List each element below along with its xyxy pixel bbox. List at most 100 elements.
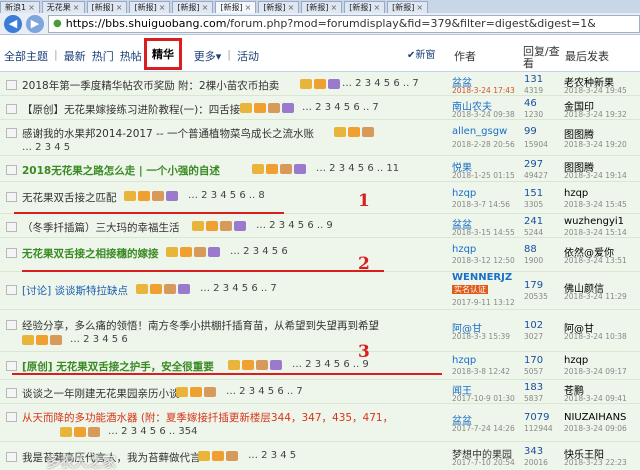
table-row[interactable]: 【原创】无花果嫁接练习进阶教程(一)：四舌接 … 2 3 4 5 6 .. 7 … [0,96,640,120]
thread-title[interactable]: （冬季扦插篇）三大玛的幸福生活 [22,220,180,235]
browser-tab[interactable]: [新报] × [86,1,128,13]
filter-more[interactable]: 更多▾ [194,48,222,64]
table-row[interactable]: [讨论] 谈谈斯特拉缺点 … 2 3 4 5 6 .. 7 WENNERJZ 实… [0,272,640,310]
reply-count[interactable]: 7079 [524,412,549,423]
last-poster[interactable]: 图图腾 [564,126,594,141]
thread-title[interactable]: 2018年第一季度精华帖农币奖励 附：2棵小苗农币拍卖 [22,78,279,93]
close-icon[interactable]: × [416,2,423,13]
reply-count[interactable]: 297 [524,159,543,170]
thread-pages[interactable]: … 2 3 4 5 6 [230,246,288,257]
reply-count[interactable]: 99 [524,126,537,137]
thread-title[interactable]: [讨论] 谈谈斯特拉缺点 [22,283,128,298]
filter-all[interactable]: 全部主题 [4,48,48,64]
thread-author[interactable]: allen_gsgw [452,126,507,137]
thread-pages[interactable]: … 2 3 4 5 6 [70,334,128,345]
thread-pages[interactable]: … 2 3 4 5 6 .. 7 [200,283,277,294]
hot-badge-icon [180,247,192,257]
close-icon[interactable]: × [159,2,166,13]
table-row[interactable]: [原创] 无花果双舌接之护手，安全很重要 … 2 3 4 5 6 .. 9 hz… [0,352,640,380]
close-icon[interactable]: × [202,2,209,13]
table-row[interactable]: 从天而降的多功能酒水器 (附：夏季嫁接扦插更新楼层344，347，435，471… [0,404,640,442]
close-icon[interactable]: × [28,2,35,13]
thread-pages[interactable]: … 2 3 4 5 6 .. 354 [108,426,198,437]
reply-count[interactable]: 343 [524,446,543,457]
thread-title[interactable]: 感谢我的水果邦2014-2017 -- 一个普通植物菜鸟成长之流水账 [22,126,314,141]
filter-hot[interactable]: 热门 [92,48,114,64]
browser-tab[interactable]: 无花果 × [41,1,85,13]
new-window-checkbox[interactable]: ✔新窗 [407,46,435,61]
last-poster[interactable]: NIUZAIHANS [564,412,626,423]
thread-pages[interactable]: … 2 3 4 5 [248,450,296,461]
reply-count[interactable]: 170 [524,355,543,366]
table-row[interactable]: 2018无花果之路怎么走 | 一个小强的自述 … 2 3 4 5 6 .. 11… [0,156,640,182]
thread-title[interactable]: 无花果双舌接之相接穗的嫁接 [22,246,159,261]
reply-count[interactable]: 179 [524,280,543,291]
browser-tab[interactable]: [新报] × [129,1,171,13]
back-arrow-icon[interactable]: ◀ [4,14,22,33]
thread-pages[interactable]: … 2 3 4 5 6 .. 7 [342,78,419,89]
filter-activity[interactable]: 活动 [237,48,259,64]
forward-arrow-icon[interactable]: ▶ [26,14,44,33]
thread-title[interactable]: 经验分享，多么痛的领悟！南方冬季小拱棚扦插育苗，从希望到失望再到希望 [22,318,379,333]
reply-count[interactable]: 151 [524,188,543,199]
browser-tab[interactable]: [新报] × [172,1,214,13]
thread-author[interactable]: hzqp [452,188,476,199]
thread-pages[interactable]: … 2 3 4 5 6 .. 9 [256,220,333,231]
tab-label: 无花果 [46,3,71,12]
table-row[interactable]: 无花果双舌接之相接穗的嫁接 … 2 3 4 5 6 hzqp 2018-3-12… [0,238,640,272]
reply-count[interactable]: 131 [524,74,543,85]
close-icon[interactable]: × [245,2,252,13]
filter-latest[interactable]: 最新 [64,48,86,64]
thread-title[interactable]: 无花果双舌接之匹配 [22,190,117,205]
browser-tab[interactable]: [新报] × [258,1,300,13]
thread-author[interactable]: hzqp [452,355,476,366]
last-post-date: 2018-3-24 19:14 [564,171,627,180]
last-poster[interactable]: hzqp [564,188,588,199]
thread-title[interactable]: 从天而降的多功能酒水器 (附：夏季嫁接扦插更新楼层344，347，435，471… [22,410,393,425]
reply-count[interactable]: 88 [524,244,537,255]
browser-tab-active[interactable]: [新报] × [215,1,257,13]
thread-author[interactable]: WENNERJZ [452,272,512,283]
table-row[interactable]: 2018年第一季度精华帖农币奖励 附：2棵小苗农币拍卖 … 2 3 4 5 6 … [0,72,640,96]
thread-pages[interactable]: … 2 3 4 5 6 .. 11 [316,163,399,174]
view-count: 5244 [524,228,544,237]
reply-count[interactable]: 102 [524,320,543,331]
filter-digest-highlighted[interactable]: 精华 [144,38,182,70]
browser-tab[interactable]: [新报] × [301,1,343,13]
browser-tab[interactable]: 新浪1 × [0,1,40,13]
last-poster[interactable]: wuzhengyi1 [564,216,624,227]
last-poster[interactable]: hzqp [564,355,588,366]
table-row[interactable]: 谈谈之一年刚建无花果园亲历小谈 … 2 3 4 5 6 .. 7 闻王 2017… [0,380,640,404]
close-icon[interactable]: × [373,2,380,13]
thread-pages[interactable]: … 2 3 4 5 [22,142,70,153]
browser-tab[interactable]: [新报] × [344,1,386,13]
table-row[interactable]: 经验分享，多么痛的领悟！南方冬季小拱棚扦插育苗，从希望到失望再到希望 … 2 3… [0,310,640,352]
table-row[interactable]: （冬季扦插篇）三大玛的幸福生活 … 2 3 4 5 6 .. 9 盆盆 2018… [0,214,640,238]
url-path: /forum.php?mod=forumdisplay&fid=379&filt… [226,17,596,30]
reply-count[interactable]: 241 [524,216,543,227]
thread-pages[interactable]: … 2 3 4 5 6 .. 7 [226,386,303,397]
close-icon[interactable]: × [288,2,295,13]
last-post-date: 2018-3-24 11:29 [564,292,627,301]
thread-author[interactable]: hzqp [452,244,476,255]
reply-count[interactable]: 183 [524,382,543,393]
thread-pages[interactable]: … 2 3 4 5 6 .. 8 [188,190,265,201]
close-icon[interactable]: × [116,2,123,13]
thread-badges [198,451,238,461]
tab-label: 新浪1 [5,3,27,12]
thread-pages[interactable]: … 2 3 4 5 6 .. 7 [302,102,379,113]
thread-title[interactable]: [原创] 无花果双舌接之护手，安全很重要 [22,359,214,374]
browser-tab[interactable]: [新报] × [387,1,429,13]
reply-count[interactable]: 46 [524,98,537,109]
filter-hot-posts[interactable]: 热帖 [120,48,142,64]
table-row[interactable]: 感谢我的水果邦2014-2017 -- 一个普通植物菜鸟成长之流水账 … 2 3… [0,120,640,156]
thread-title[interactable]: 谈谈之一年刚建无花果园亲历小谈 [22,386,180,401]
table-row[interactable]: 无花果双舌接之匹配 … 2 3 4 5 6 .. 8 hzqp 2018-3-7… [0,182,640,214]
address-input[interactable]: ● https://bbs.shuiguobang.com/forum.php?… [48,14,640,33]
close-icon[interactable]: × [331,2,338,13]
hot-badge-icon [36,335,48,345]
thread-icon [6,104,17,114]
thread-title[interactable]: 2018无花果之路怎么走 | 一个小强的自述 [22,163,220,178]
thread-title[interactable]: 【原创】无花果嫁接练习进阶教程(一)：四舌接 [22,102,240,117]
close-icon[interactable]: × [73,2,80,13]
